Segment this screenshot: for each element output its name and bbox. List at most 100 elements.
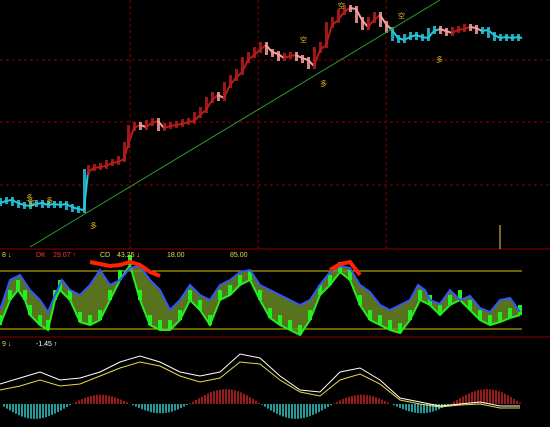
price-candle <box>241 57 244 75</box>
price-candle <box>175 121 178 128</box>
price-candle <box>337 9 340 23</box>
signal-line <box>0 361 520 409</box>
price-candle <box>433 26 436 34</box>
signal-label: 多 <box>46 196 53 205</box>
price-candle <box>17 200 20 208</box>
price-candle <box>463 24 466 32</box>
price-candle <box>313 47 316 69</box>
price-candle <box>65 201 68 210</box>
price-candle <box>301 55 304 63</box>
price-candle <box>283 53 286 61</box>
chart-stage: 空空多空多多多空多 8 ↓ DK 29.07 ↑ CD 43.25 ↓ 18.0… <box>0 0 550 427</box>
price-candle <box>355 6 358 23</box>
price-candle <box>349 5 352 12</box>
price-candle <box>105 160 108 169</box>
signal-label: 空 <box>398 11 405 20</box>
ind1-label-a: 8 ↓ <box>2 252 11 259</box>
price-candle <box>457 26 460 33</box>
price-candle <box>151 118 154 126</box>
price-candle <box>325 22 328 48</box>
price-candle <box>361 17 364 30</box>
signal-label: 多 <box>26 193 33 202</box>
price-candle <box>409 32 412 40</box>
price-candle <box>145 120 148 130</box>
price-candle <box>229 75 232 88</box>
price-candle <box>493 32 496 41</box>
signal-label: 空 <box>300 35 307 44</box>
price-candle <box>83 169 86 213</box>
price-candle <box>157 118 160 131</box>
price-candle <box>445 28 448 36</box>
main-line <box>0 353 520 407</box>
price-candle <box>133 122 136 131</box>
indicator-2 <box>0 353 521 419</box>
price-candle <box>397 35 400 43</box>
price-series <box>0 5 523 213</box>
price-candle <box>487 27 490 38</box>
price-candle <box>421 34 424 41</box>
price-candle <box>277 51 280 61</box>
price-candle <box>99 163 102 170</box>
price-candle <box>5 197 8 204</box>
price-candle <box>163 123 166 131</box>
price-candle <box>223 82 226 101</box>
price-candle <box>139 122 142 130</box>
price-candle <box>451 27 454 36</box>
price-candle <box>505 34 508 41</box>
signal-label: 空 <box>338 1 345 10</box>
price-candle <box>235 69 238 81</box>
price-candle <box>123 142 126 162</box>
price-candle <box>259 42 262 53</box>
ind1-level-high: 85.00 <box>230 252 248 259</box>
price-candle <box>439 26 442 34</box>
signal-label: 多 <box>436 55 443 64</box>
price-candle <box>35 200 38 207</box>
price-candle <box>271 49 274 57</box>
price-candle <box>41 200 44 208</box>
price-candle <box>59 201 62 208</box>
price-candle <box>367 17 370 30</box>
signal-label: 多 <box>320 79 327 88</box>
price-candle <box>211 92 214 103</box>
price-candle <box>331 17 334 28</box>
price-candle <box>53 201 56 208</box>
ind1-label-cd: CD <box>100 252 110 259</box>
price-candle <box>11 197 14 206</box>
price-candle <box>427 28 430 41</box>
price-candle <box>111 159 114 166</box>
ind2-label-a: 9 ↓ <box>2 341 11 348</box>
signal-label: 多 <box>90 221 97 230</box>
price-candle <box>77 206 80 213</box>
price-candle <box>187 118 190 125</box>
price-candle <box>127 125 130 148</box>
price-candle <box>93 164 96 171</box>
price-candle <box>0 198 2 206</box>
price-candle <box>265 42 268 55</box>
price-candle <box>481 27 484 34</box>
price-candle <box>319 42 322 53</box>
price-candle <box>289 52 292 59</box>
price-candle <box>87 165 90 175</box>
price-candle <box>307 57 310 69</box>
price-candle <box>499 34 502 41</box>
price-grid <box>0 0 550 249</box>
indicator-1 <box>0 255 522 337</box>
price-candle <box>199 107 202 118</box>
price-candle <box>295 52 298 61</box>
price-candle <box>403 34 406 43</box>
price-candle <box>253 47 256 58</box>
ind1-value-dk: 29.07 ↑ <box>53 252 76 259</box>
ind1-value-cd: 43.25 ↓ <box>117 252 140 259</box>
price-candle <box>71 204 74 212</box>
price-candle <box>511 34 514 41</box>
price-candle <box>169 122 172 129</box>
price-candle <box>379 12 382 27</box>
trendline[interactable] <box>29 0 441 248</box>
price-candle <box>247 52 250 63</box>
stock-chart: 空空多空多多多空多 8 ↓ DK 29.07 ↑ CD 43.25 ↓ 18.0… <box>0 0 550 419</box>
price-candle <box>117 156 120 165</box>
price-candle <box>517 34 520 41</box>
price-candle <box>193 112 196 124</box>
price-candle <box>469 24 472 31</box>
price-candle <box>205 97 208 113</box>
